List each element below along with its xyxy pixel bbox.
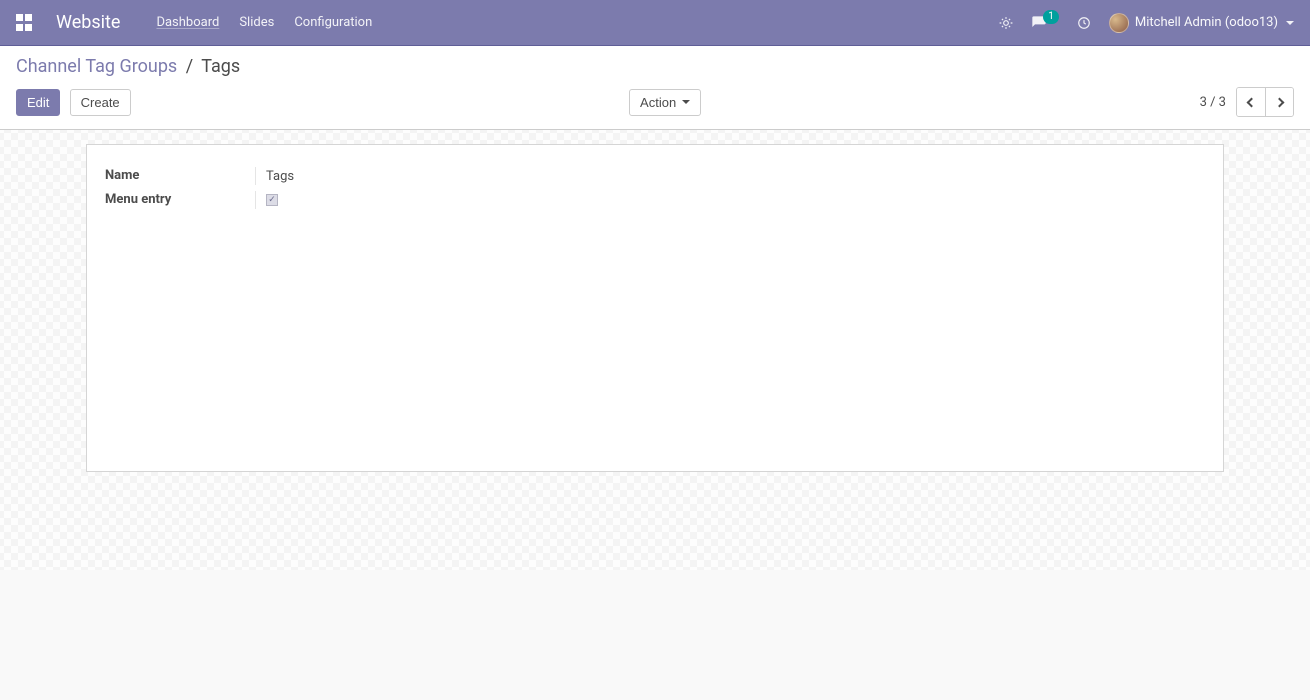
footer-space <box>0 570 1310 700</box>
pager-prev[interactable] <box>1237 88 1265 116</box>
nav-slides[interactable]: Slides <box>239 15 274 30</box>
form-sheet: Name Tags Menu entry ✓ <box>86 144 1224 472</box>
checkbox-checked-icon: ✓ <box>266 194 278 206</box>
pager-next[interactable] <box>1265 88 1293 116</box>
field-name-label: Name <box>105 167 255 183</box>
pager-buttons <box>1236 87 1294 117</box>
cp-left-buttons: Edit Create <box>16 89 131 116</box>
breadcrumb-separator: / <box>186 56 193 77</box>
nav-configuration[interactable]: Configuration <box>294 15 372 30</box>
breadcrumb: Channel Tag Groups / Tags <box>16 56 1294 77</box>
conversations-badge: 1 <box>1043 10 1059 24</box>
nav-right: 1 Mitchell Admin (odoo13) <box>999 13 1294 33</box>
nav-menu: Dashboard Slides Configuration <box>156 15 372 30</box>
content-area: Name Tags Menu entry ✓ <box>0 130 1310 570</box>
breadcrumb-parent[interactable]: Channel Tag Groups <box>16 56 177 77</box>
field-menu-row: Menu entry ✓ <box>105 191 1205 209</box>
user-name: Mitchell Admin (odoo13) <box>1135 15 1278 30</box>
control-panel-bottom: Edit Create Action 3 / 3 <box>16 87 1294 117</box>
action-label: Action <box>640 95 676 110</box>
field-menu-label: Menu entry <box>105 191 255 207</box>
apps-icon[interactable] <box>16 14 34 32</box>
cp-center: Action <box>629 89 701 116</box>
app-brand[interactable]: Website <box>56 12 120 33</box>
field-name-value: Tags <box>255 167 294 185</box>
chevron-right-icon <box>1275 97 1285 107</box>
chevron-down-icon <box>1286 21 1294 25</box>
field-name-row: Name Tags <box>105 167 1205 185</box>
user-menu[interactable]: Mitchell Admin (odoo13) <box>1109 13 1294 33</box>
create-button[interactable]: Create <box>70 89 131 116</box>
edit-button[interactable]: Edit <box>16 89 60 116</box>
chevron-left-icon <box>1246 97 1256 107</box>
conversations-icon[interactable]: 1 <box>1031 15 1059 31</box>
main-navbar: Website Dashboard Slides Configuration 1… <box>0 0 1310 46</box>
activities-icon[interactable] <box>1077 16 1091 30</box>
avatar <box>1109 13 1129 33</box>
chevron-down-icon <box>682 100 690 104</box>
debug-icon[interactable] <box>999 16 1013 30</box>
control-panel: Channel Tag Groups / Tags Edit Create Ac… <box>0 46 1310 130</box>
field-menu-value: ✓ <box>255 191 278 209</box>
action-dropdown[interactable]: Action <box>629 89 701 116</box>
nav-dashboard[interactable]: Dashboard <box>156 15 219 30</box>
breadcrumb-current: Tags <box>201 56 240 77</box>
cp-right: 3 / 3 <box>1200 87 1294 117</box>
pager-text[interactable]: 3 / 3 <box>1200 95 1226 110</box>
